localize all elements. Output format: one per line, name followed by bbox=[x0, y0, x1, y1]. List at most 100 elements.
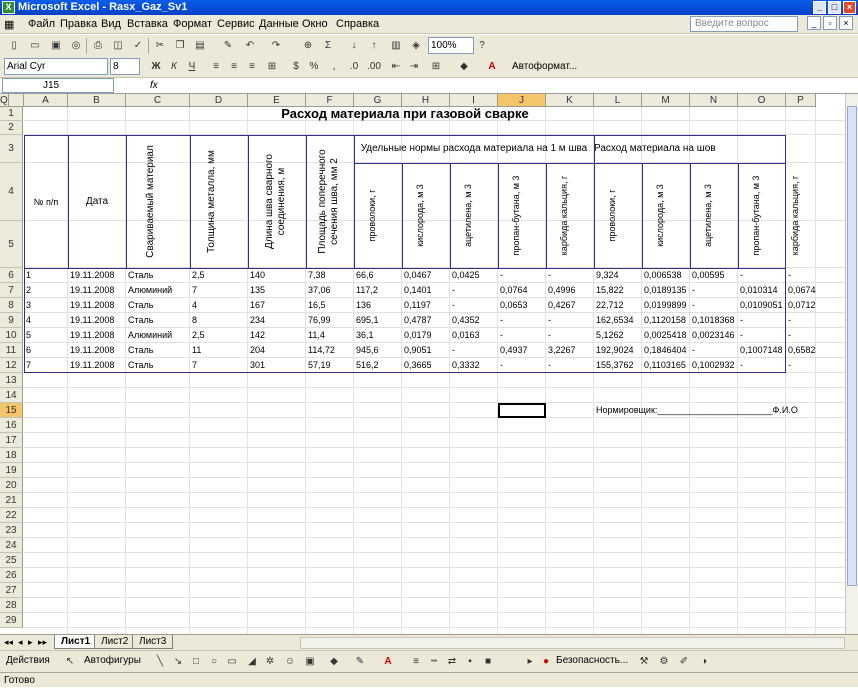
table-cell[interactable]: 7 bbox=[190, 358, 248, 373]
table-cell[interactable]: 2,5 bbox=[190, 328, 248, 343]
table-cell[interactable]: 4 bbox=[24, 313, 68, 328]
row-header-15[interactable]: 15 bbox=[0, 403, 23, 418]
column-header-A[interactable]: A bbox=[24, 94, 68, 107]
close-icon[interactable]: × bbox=[843, 1, 856, 14]
table-cell[interactable]: 0,4267 bbox=[546, 298, 594, 313]
column-header-K[interactable]: K bbox=[546, 94, 594, 107]
table-cell[interactable]: 0,3665 bbox=[402, 358, 450, 373]
table-cell[interactable]: 135 bbox=[248, 283, 306, 298]
table-cell[interactable]: 516,2 bbox=[354, 358, 402, 373]
table-cell[interactable]: 0,4787 bbox=[402, 313, 450, 328]
table-cell[interactable]: 19.11.2008 bbox=[68, 283, 126, 298]
help-icon[interactable]: ? bbox=[474, 38, 490, 54]
addins-icon[interactable]: ◑ bbox=[696, 654, 712, 670]
row-header-26[interactable]: 26 bbox=[0, 568, 23, 583]
column-header-L[interactable]: L bbox=[594, 94, 642, 107]
hyperlink-icon[interactable]: ⊕ bbox=[300, 38, 316, 54]
row-header-18[interactable]: 18 bbox=[0, 448, 23, 463]
percent-icon[interactable]: % bbox=[306, 59, 322, 75]
menu-window[interactable]: Окно bbox=[302, 18, 328, 30]
wordart-icon[interactable]: ◢ bbox=[244, 654, 260, 670]
tab-sheet2[interactable]: Лист2 bbox=[94, 635, 136, 649]
chart-wizard-icon[interactable]: ▥ bbox=[388, 38, 404, 54]
table-cell[interactable]: 7,38 bbox=[306, 268, 354, 283]
record-icon[interactable]: ● bbox=[538, 654, 554, 670]
zoom-select[interactable]: 100% bbox=[428, 37, 474, 54]
table-cell[interactable]: 0,0023146 bbox=[690, 328, 738, 343]
table-cell[interactable]: - bbox=[690, 298, 738, 313]
format-painter-icon[interactable]: ✎ bbox=[220, 38, 236, 54]
row-header-7[interactable]: 7 bbox=[0, 283, 23, 298]
minimize-icon[interactable]: _ bbox=[813, 1, 826, 14]
decrease-indent-icon[interactable]: ⇤ bbox=[388, 59, 404, 75]
table-cell[interactable]: 0,1120158 bbox=[642, 313, 690, 328]
table-cell[interactable]: 66,6 bbox=[354, 268, 402, 283]
tab-sheet1[interactable]: Лист1 bbox=[54, 635, 98, 649]
rectangle-icon[interactable]: □ bbox=[188, 654, 204, 670]
oval-icon[interactable]: ○ bbox=[206, 654, 222, 670]
first-sheet-icon[interactable]: ◂◂ bbox=[4, 637, 13, 648]
table-cell[interactable]: 0,1846404 bbox=[642, 343, 690, 358]
menu-insert[interactable]: Вставка bbox=[127, 18, 168, 30]
vertical-scrollbar[interactable] bbox=[845, 94, 858, 634]
table-cell[interactable]: - bbox=[786, 328, 816, 343]
table-cell[interactable]: 0,0163 bbox=[450, 328, 498, 343]
table-cell[interactable]: 0,9051 bbox=[402, 343, 450, 358]
column-header-M[interactable]: M bbox=[642, 94, 690, 107]
print-preview-icon[interactable]: ◫ bbox=[110, 38, 126, 54]
table-cell[interactable]: 0,0109051 bbox=[738, 298, 786, 313]
table-cell[interactable]: - bbox=[450, 343, 498, 358]
table-cell[interactable]: Сталь bbox=[126, 298, 190, 313]
table-cell[interactable]: 234 bbox=[248, 313, 306, 328]
design-mode-icon[interactable]: ✐ bbox=[676, 654, 692, 670]
table-cell[interactable]: 0,6582468 bbox=[786, 343, 816, 358]
table-cell[interactable]: 19.11.2008 bbox=[68, 298, 126, 313]
row-header-5[interactable]: 5 bbox=[0, 221, 23, 268]
table-cell[interactable]: Алюминий bbox=[126, 283, 190, 298]
row-header-9[interactable]: 9 bbox=[0, 313, 23, 328]
new-icon[interactable]: ▯ bbox=[6, 38, 22, 54]
table-cell[interactable]: 0,0653 bbox=[498, 298, 546, 313]
table-cell[interactable]: 15,822 bbox=[594, 283, 642, 298]
table-cell[interactable]: 114,72 bbox=[306, 343, 354, 358]
textbox-icon[interactable]: ▭ bbox=[224, 654, 240, 670]
increase-decimal-icon[interactable]: .0 bbox=[346, 59, 362, 75]
table-cell[interactable]: 167 bbox=[248, 298, 306, 313]
line-style-icon[interactable]: ≡ bbox=[408, 654, 424, 670]
table-cell[interactable]: - bbox=[450, 298, 498, 313]
fill-color-icon[interactable]: ◆ bbox=[326, 654, 342, 670]
row-header-20[interactable]: 20 bbox=[0, 478, 23, 493]
table-cell[interactable]: 0,1197 bbox=[402, 298, 450, 313]
table-cell[interactable]: - bbox=[738, 313, 786, 328]
column-header-P[interactable]: P bbox=[786, 94, 816, 107]
table-cell[interactable]: 204 bbox=[248, 343, 306, 358]
table-cell[interactable]: 0,1018368 bbox=[690, 313, 738, 328]
tab-sheet3[interactable]: Лист3 bbox=[132, 635, 174, 649]
permission-icon[interactable]: ◎ bbox=[68, 38, 84, 54]
borders-icon[interactable]: ⊞ bbox=[428, 59, 444, 75]
worksheet-grid[interactable]: A B C D E F G H I J K L M N O P Q 1 2 3 4 5 6 7 8 9 10 11 12 13 14 15 16… bbox=[0, 94, 845, 634]
open-icon[interactable]: ▭ bbox=[27, 38, 43, 54]
table-cell[interactable]: - bbox=[546, 328, 594, 343]
table-cell[interactable]: 11 bbox=[190, 343, 248, 358]
save-icon[interactable]: ▣ bbox=[48, 38, 64, 54]
arrow-style-icon[interactable]: ⇄ bbox=[444, 654, 460, 670]
table-cell[interactable]: 2,5 bbox=[190, 268, 248, 283]
table-cell[interactable]: 945,6 bbox=[354, 343, 402, 358]
row-header-12[interactable]: 12 bbox=[0, 358, 23, 373]
undo-icon[interactable]: ↶ bbox=[242, 38, 258, 54]
table-cell[interactable]: - bbox=[738, 358, 786, 373]
row-header-4[interactable]: 4 bbox=[0, 163, 23, 221]
selected-cell[interactable] bbox=[498, 403, 546, 418]
font-color-icon[interactable]: A bbox=[380, 654, 396, 670]
sort-asc-icon[interactable]: ↓ bbox=[346, 38, 362, 54]
row-header-17[interactable]: 17 bbox=[0, 433, 23, 448]
row-header-14[interactable]: 14 bbox=[0, 388, 23, 403]
align-center-icon[interactable]: ≡ bbox=[226, 59, 242, 75]
table-cell[interactable]: 155,3762 bbox=[594, 358, 642, 373]
table-cell[interactable]: 5 bbox=[24, 328, 68, 343]
table-cell[interactable]: 0,006538 bbox=[642, 268, 690, 283]
table-cell[interactable]: Сталь bbox=[126, 358, 190, 373]
table-cell[interactable]: 0,067446 bbox=[786, 283, 816, 298]
table-cell[interactable]: - bbox=[450, 283, 498, 298]
